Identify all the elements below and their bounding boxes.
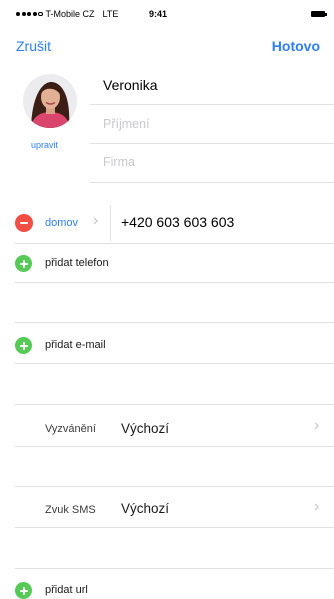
last-name-field[interactable]: Příjmení [103,117,150,131]
divider [15,363,334,364]
delete-phone-button[interactable] [15,214,33,232]
contact-photo [23,74,77,128]
add-phone-button[interactable]: přidat telefon [45,257,109,269]
vertical-divider [110,205,111,241]
sms-sound-label: Zvuk SMS [45,504,96,516]
divider [15,243,334,244]
sms-sound-value[interactable]: Výchozí [121,501,169,516]
ringtone-label: Vyzvánění [45,423,96,435]
divider [15,404,334,405]
battery-icon [311,11,327,17]
divider [15,527,334,528]
divider [15,568,334,569]
status-bar: T-Mobile CZ LTE 9:41 [0,0,334,20]
status-time: 9:41 [149,9,168,19]
plus-circle-icon[interactable] [15,255,32,272]
cancel-button[interactable]: Zrušit [16,38,51,54]
phone-type-label[interactable]: domov [45,217,78,229]
signal-icon [16,11,43,17]
chevron-right-icon: › [314,417,320,434]
chevron-right-icon: › [314,498,320,515]
divider [15,446,334,447]
divider [90,143,334,144]
add-email-button[interactable]: přidat e-mail [45,339,106,351]
chevron-right-icon: › [93,212,99,229]
edit-photo-link[interactable]: upravit [31,140,58,150]
divider [15,486,334,487]
first-name-field[interactable]: Veronika [103,77,157,93]
phone-number-field[interactable]: +420 603 603 603 [121,214,234,230]
add-url-button[interactable]: přidat url [45,584,88,596]
divider [90,104,334,105]
divider [90,182,334,183]
done-button[interactable]: Hotovo [272,38,320,54]
ringtone-value[interactable]: Výchozí [121,421,169,436]
company-field[interactable]: Firma [103,155,135,169]
divider [15,282,334,283]
plus-circle-icon[interactable] [15,582,32,599]
carrier-label: T-Mobile CZ [45,9,95,19]
divider [15,322,334,323]
network-label: LTE [102,9,119,19]
status-left: T-Mobile CZ LTE [16,9,118,19]
avatar[interactable] [23,74,77,128]
plus-circle-icon[interactable] [15,337,32,354]
